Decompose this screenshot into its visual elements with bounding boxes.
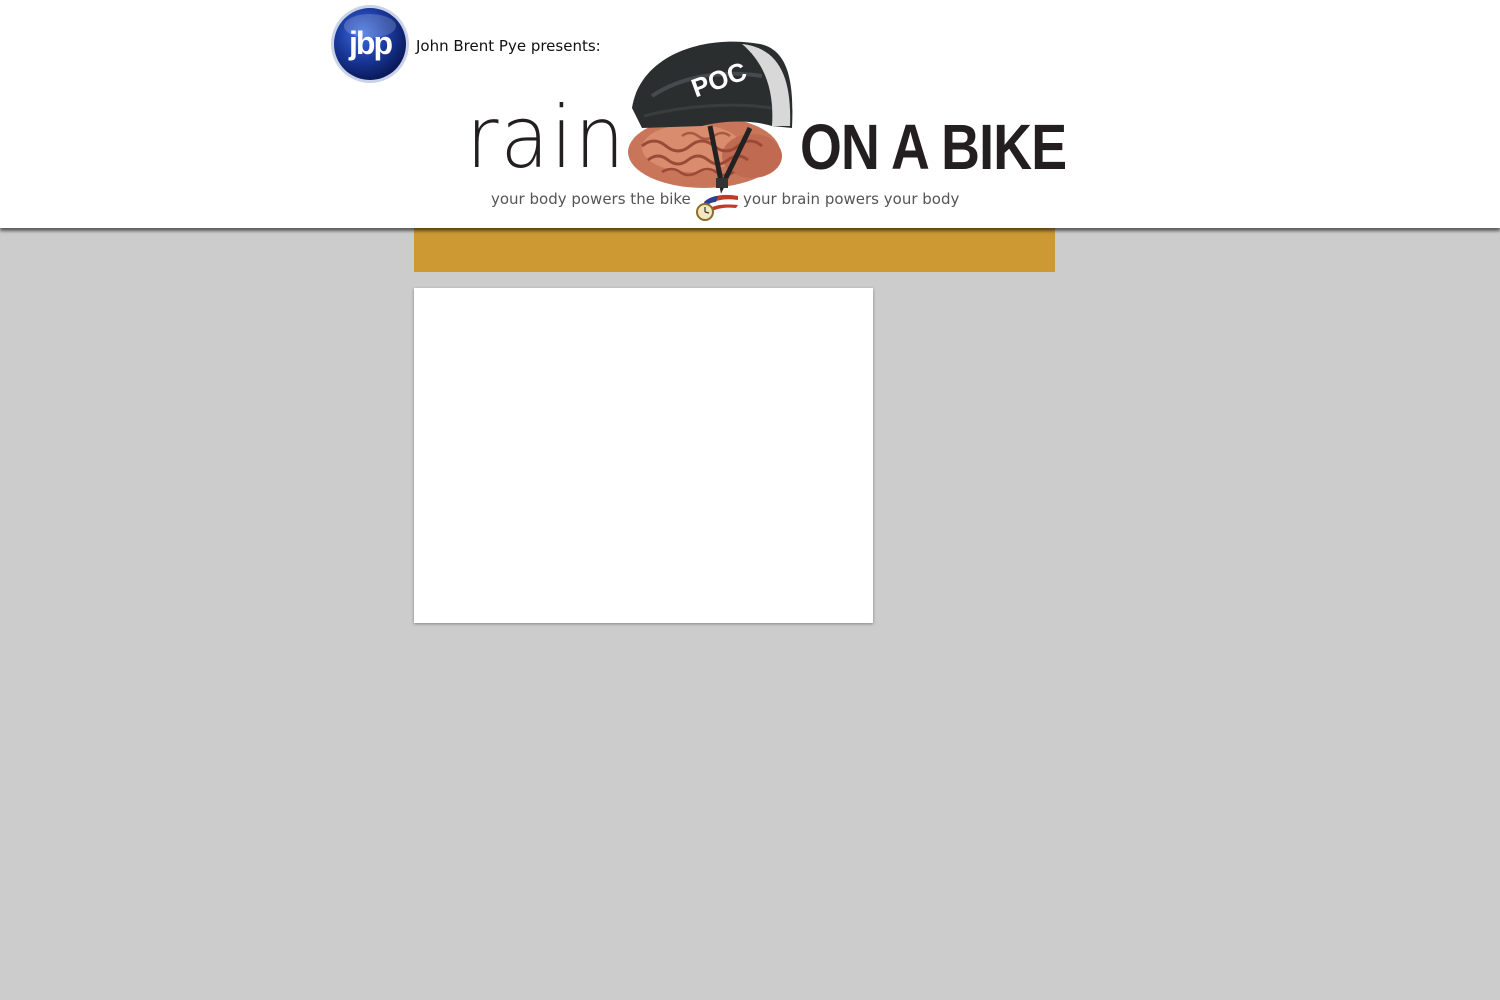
- logo-text: jbp: [348, 25, 392, 61]
- tagline-right: your brain powers your body: [743, 190, 960, 208]
- site-header: jbp John Brent Pye presents: rain POC ON…: [0, 0, 1500, 228]
- flag-clock-emblem-icon: [696, 194, 738, 221]
- jbp-logo-icon[interactable]: jbp: [330, 4, 410, 84]
- title-rain-text: rain: [466, 88, 627, 188]
- presents-label: John Brent Pye presents:: [416, 37, 601, 55]
- title-on-a-bike-text: ON A BIKE: [800, 111, 1067, 183]
- tagline-left: your body powers the bike: [491, 190, 691, 208]
- nav-bar: [414, 228, 1055, 272]
- helmet-brain-icon: POC: [628, 41, 793, 194]
- content-panel: [414, 288, 873, 623]
